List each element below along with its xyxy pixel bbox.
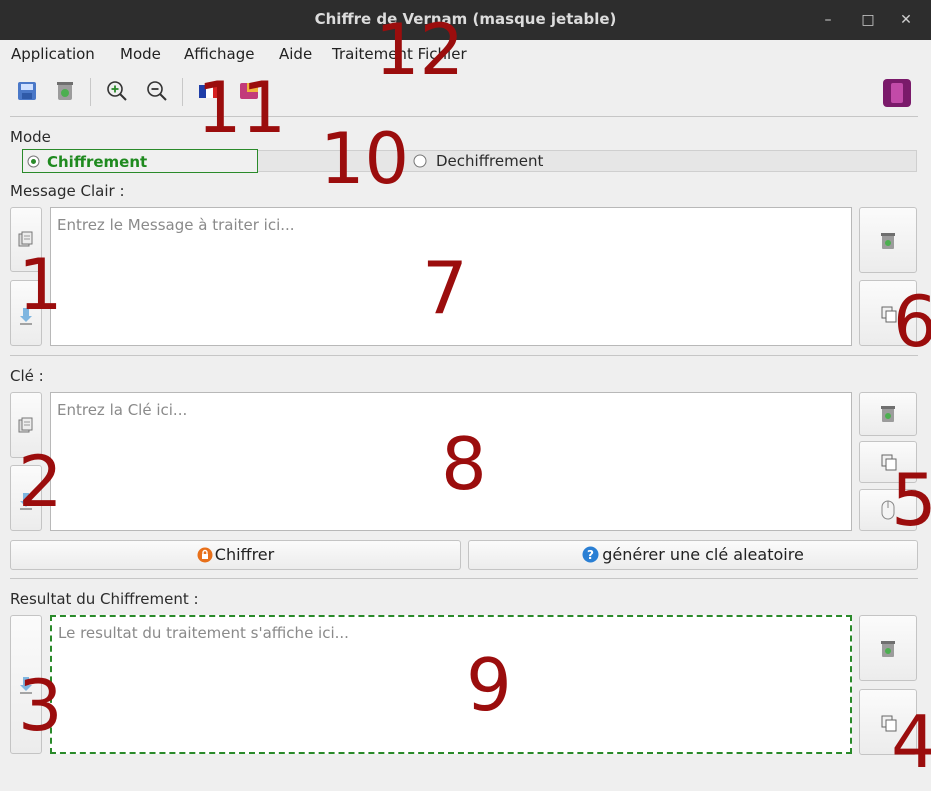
annotation-12: 12 — [375, 9, 465, 91]
encrypt-button[interactable]: Chiffrer — [10, 540, 461, 570]
title-bar: Chiffre de Vernam (masque jetable) – □ ✕ — [0, 0, 931, 40]
clear-all-icon[interactable] — [54, 80, 76, 102]
menu-bar: Application Mode Affichage Aide Traiteme… — [0, 40, 931, 68]
annotation-9: 9 — [466, 643, 512, 727]
zoom-in-icon[interactable] — [106, 80, 128, 102]
toolbar-separator — [182, 78, 183, 106]
mode-label: Mode — [10, 128, 51, 146]
app-logo-icon — [883, 79, 911, 107]
menu-aide[interactable]: Aide — [279, 45, 312, 63]
section-divider — [10, 578, 918, 579]
key-label: Clé : — [10, 367, 44, 385]
open-file-icon — [18, 417, 33, 433]
toolbar — [0, 68, 931, 116]
key-clear-button[interactable] — [859, 392, 917, 436]
clear-icon — [881, 406, 895, 422]
generate-key-button[interactable]: ? générer une clé aleatoire — [468, 540, 918, 570]
message-label: Message Clair : — [10, 182, 125, 200]
annotation-2: 2 — [18, 441, 63, 523]
toolbar-separator — [90, 78, 91, 106]
menu-application[interactable]: Application — [11, 45, 95, 63]
result-output[interactable]: Le resultat du traitement s'affiche ici.… — [50, 615, 852, 754]
mode-option-label: Chiffrement — [47, 153, 148, 171]
mode-option-label: Dechiffrement — [436, 152, 544, 170]
maximize-button[interactable]: □ — [857, 9, 879, 31]
radio-unchecked-icon[interactable] — [413, 154, 427, 168]
annotation-5: 5 — [891, 458, 931, 542]
section-divider — [10, 355, 918, 356]
message-clear-button[interactable] — [859, 207, 917, 273]
message-placeholder: Entrez le Message à traiter ici... — [57, 216, 295, 234]
result-label: Resultat du Chiffrement : — [10, 590, 199, 608]
annotation-10: 10 — [320, 118, 410, 200]
result-clear-button[interactable] — [859, 615, 917, 681]
save-icon[interactable] — [16, 80, 38, 102]
encrypt-button-label: Chiffrer — [214, 545, 275, 564]
menu-affichage[interactable]: Affichage — [184, 45, 254, 63]
svg-text:?: ? — [587, 548, 594, 562]
radio-checked-icon[interactable] — [27, 155, 40, 168]
clear-icon — [881, 641, 895, 657]
menu-mode[interactable]: Mode — [120, 45, 161, 63]
generate-key-button-label: générer une clé aleatoire — [602, 545, 804, 564]
help-icon: ? — [582, 546, 599, 563]
annotation-4: 4 — [891, 700, 931, 784]
key-placeholder: Entrez la Clé ici... — [57, 401, 188, 419]
result-placeholder: Le resultat du traitement s'affiche ici.… — [58, 624, 349, 642]
mode-option-dechiffrement[interactable]: Dechiffrement — [411, 149, 611, 173]
window-title: Chiffre de Vernam (masque jetable) — [314, 10, 617, 28]
annotation-7: 7 — [422, 246, 468, 330]
annotation-6: 6 — [893, 281, 931, 363]
zoom-out-icon[interactable] — [146, 80, 168, 102]
mode-option-chiffrement[interactable]: Chiffrement — [22, 149, 258, 173]
lock-icon — [197, 547, 213, 563]
toolbar-divider — [10, 116, 918, 117]
annotation-1: 1 — [18, 244, 63, 326]
clear-icon — [881, 233, 895, 249]
annotation-11: 11 — [197, 67, 287, 149]
annotation-3: 3 — [18, 665, 63, 747]
close-button[interactable]: ✕ — [895, 9, 917, 31]
minimize-button[interactable]: – — [817, 9, 839, 31]
annotation-8: 8 — [441, 422, 487, 506]
